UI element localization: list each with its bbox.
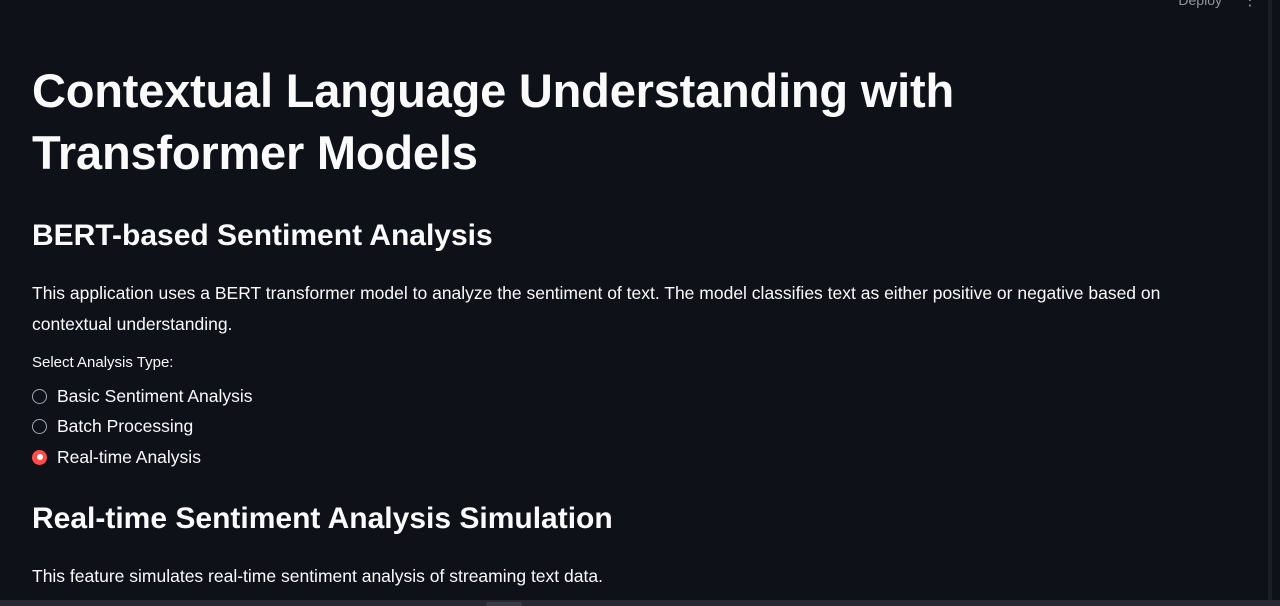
radio-dot xyxy=(36,454,43,461)
radio-unchecked-icon[interactable] xyxy=(32,419,47,435)
section-description-bert: This application uses a BERT transformer… xyxy=(32,283,1161,334)
section-title-realtime: Real-time Sentiment Analysis Simulation xyxy=(32,501,613,535)
bottom-scrollbar-handle[interactable] xyxy=(486,602,522,606)
radio-option-batch[interactable]: Batch Processing xyxy=(32,412,1232,443)
section-description-realtime: This feature simulates real-time sentime… xyxy=(32,565,603,586)
main-content: Contextual Language Understanding with T… xyxy=(32,60,1232,592)
radio-option-realtime[interactable]: Real-time Analysis xyxy=(32,442,1232,473)
vertical-scrollbar[interactable] xyxy=(1268,0,1272,600)
kebab-menu-icon[interactable]: ⋮ xyxy=(1242,0,1258,10)
top-toolbar: Deploy ⋮ xyxy=(0,0,1280,12)
radio-option-label: Batch Processing xyxy=(57,416,194,437)
radio-option-label: Basic Sentiment Analysis xyxy=(57,385,253,406)
radio-option-basic[interactable]: Basic Sentiment Analysis xyxy=(32,381,1232,412)
radio-checked-icon[interactable] xyxy=(32,449,47,465)
radio-unchecked-icon[interactable] xyxy=(32,388,47,404)
analysis-type-radio-group: Basic Sentiment Analysis Batch Processin… xyxy=(32,381,1232,473)
radio-option-label: Real-time Analysis xyxy=(57,446,201,467)
analysis-type-label: Select Analysis Type: xyxy=(32,354,174,371)
section-title-bert: BERT-based Sentiment Analysis xyxy=(32,219,493,252)
page-title: Contextual Language Understanding with T… xyxy=(32,64,954,179)
deploy-button[interactable]: Deploy xyxy=(1178,0,1222,8)
bottom-scrollbar-track xyxy=(0,600,1280,606)
